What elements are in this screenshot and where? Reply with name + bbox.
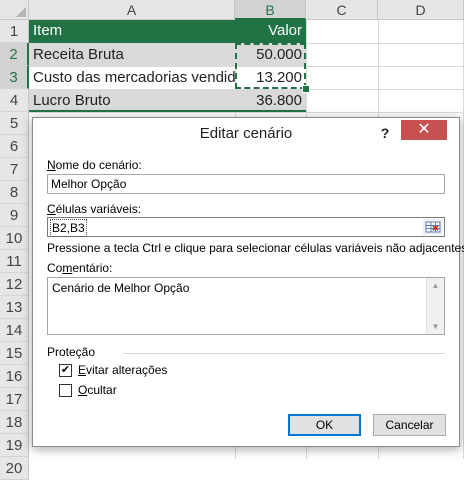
selection-marquee <box>235 43 306 89</box>
row-header-5[interactable]: 5 <box>0 112 29 135</box>
row-header-10[interactable]: 10 <box>0 227 29 250</box>
cell-b4[interactable]: 36.800 <box>237 90 302 112</box>
select-all-corner[interactable] <box>0 0 29 20</box>
protection-label: Proteção <box>47 345 96 359</box>
prevent-changes-label[interactable]: Evitar alterações <box>78 363 167 377</box>
row-header-19[interactable]: 19 <box>0 434 29 457</box>
dialog-title: Editar cenário <box>199 125 293 142</box>
hide-checkbox[interactable] <box>59 384 72 397</box>
range-select-icon[interactable] <box>423 219 443 235</box>
row-header-4[interactable]: 4 <box>0 89 29 112</box>
hide-label[interactable]: Ocultar <box>78 383 117 397</box>
comment-value: Cenário de Melhor Opção <box>52 281 190 295</box>
row-header-7[interactable]: 7 <box>0 158 29 181</box>
dialog-title-bar[interactable]: Editar cenário ? ✕ <box>33 118 459 148</box>
comment-label: Comentário: <box>47 261 112 275</box>
help-button[interactable]: ? <box>375 123 395 143</box>
grid-line <box>29 112 464 113</box>
column-header-a[interactable]: A <box>29 0 235 20</box>
row-header-9[interactable]: 9 <box>0 204 29 227</box>
scenario-name-input[interactable]: Melhor Opção <box>47 174 445 194</box>
scroll-down-icon[interactable]: ▼ <box>427 319 444 334</box>
row-header-1[interactable]: 1 <box>0 20 29 43</box>
close-icon[interactable]: ✕ <box>401 120 447 140</box>
cell-a4[interactable]: Lucro Bruto <box>33 90 233 112</box>
row-header-13[interactable]: 13 <box>0 296 29 319</box>
column-header-b[interactable]: B <box>235 0 306 20</box>
changing-cells-label-text: élulas variáveis: <box>55 202 142 216</box>
row-header-8[interactable]: 8 <box>0 181 29 204</box>
row-header-20[interactable]: 20 <box>0 457 29 480</box>
column-header-c[interactable]: C <box>306 0 378 20</box>
comment-label-text: Comentário: <box>47 261 113 275</box>
row-header-11[interactable]: 11 <box>0 250 29 273</box>
cell-b1[interactable]: Valor <box>235 20 302 42</box>
edit-scenario-dialog: Editar cenário ? ✕ Nome do cenário: Melh… <box>32 117 464 447</box>
comment-textarea[interactable]: Cenário de Melhor Opção ▲ ▼ <box>47 277 445 335</box>
cell-a1[interactable]: Item <box>33 20 233 42</box>
cell-a2[interactable]: Receita Bruta <box>33 44 233 66</box>
comment-scrollbar[interactable]: ▲ ▼ <box>426 278 444 334</box>
changing-cells-label: Células variáveis: <box>47 202 142 216</box>
row-header-6[interactable]: 6 <box>0 135 29 158</box>
changing-cells-input[interactable]: B2,B3 <box>47 217 445 237</box>
row-header-18[interactable]: 18 <box>0 411 29 434</box>
cancel-button[interactable]: Cancelar <box>373 414 446 436</box>
ok-button[interactable]: OK <box>288 414 361 436</box>
row-header-17[interactable]: 17 <box>0 388 29 411</box>
scenario-name-label-text: ome do cenário: <box>55 158 142 172</box>
changing-cells-value: B2,B3 <box>50 219 87 237</box>
row-header-2[interactable]: 2 <box>0 43 29 66</box>
scroll-up-icon[interactable]: ▲ <box>427 278 444 293</box>
prevent-changes-checkbox[interactable]: ✔ <box>59 364 72 377</box>
row-header-15[interactable]: 15 <box>0 342 29 365</box>
scenario-name-label: Nome do cenário: <box>47 158 142 172</box>
column-header-d[interactable]: D <box>378 0 464 20</box>
row-header-16[interactable]: 16 <box>0 365 29 388</box>
hint-text: Pressione a tecla Ctrl e clique para sel… <box>47 241 464 255</box>
row-header-12[interactable]: 12 <box>0 273 29 296</box>
fill-handle[interactable] <box>302 85 310 93</box>
row-header-3[interactable]: 3 <box>0 66 29 89</box>
group-divider <box>123 353 445 354</box>
row-header-14[interactable]: 14 <box>0 319 29 342</box>
cell-a3[interactable]: Custo das mercadorias vendidas <box>33 67 235 89</box>
